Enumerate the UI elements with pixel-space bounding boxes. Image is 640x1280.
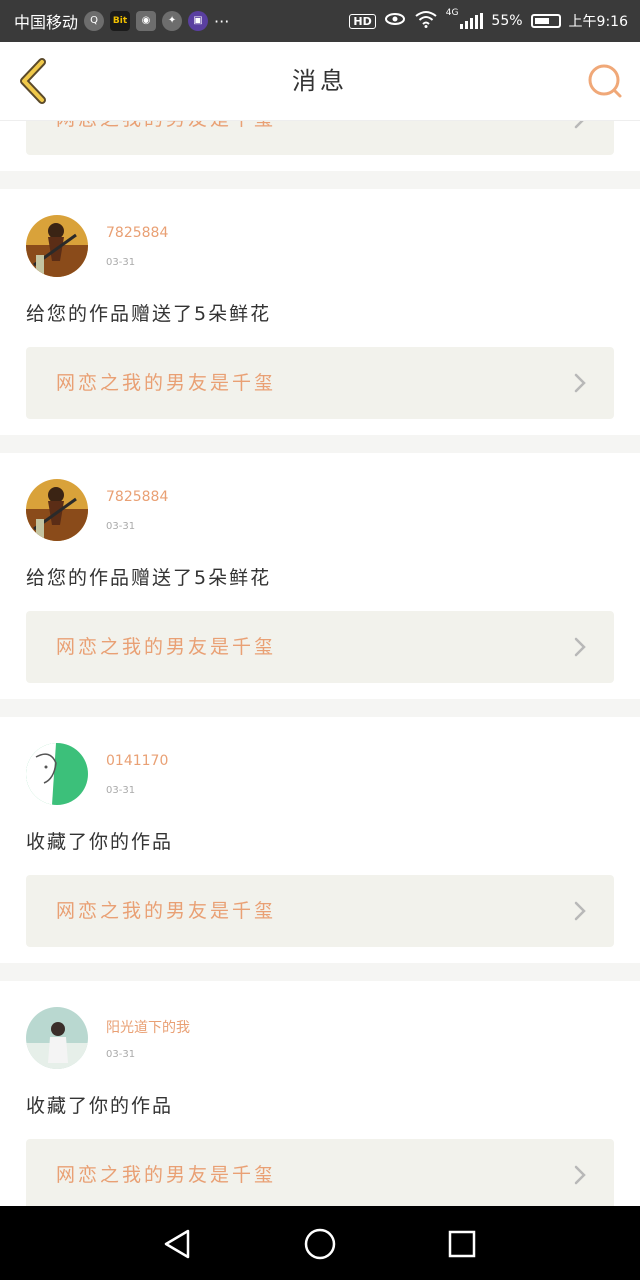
message-card: 阳光道下的我 03-31 收藏了你的作品 网恋之我的男友是千玺 [0,981,640,1206]
username[interactable]: 0141170 [106,753,168,769]
tencent-icon: ✦ [162,11,183,31]
work-link-button[interactable]: 网恋之我的男友是千玺 [26,347,614,419]
avatar[interactable] [26,1007,88,1069]
chevron-right-icon [574,373,586,393]
message-date: 03-31 [106,257,136,268]
chevron-right-icon [574,1165,586,1185]
more-notifications-icon: ··· [214,11,230,31]
warrior-girl-avatar-icon [26,479,88,541]
work-link-button[interactable]: 网恋之我的男友是千玺 [26,875,614,947]
message-card: 7825884 03-31 给您的作品赠送了5朵鲜花 网恋之我的男友是千玺 [0,453,640,699]
message-text: 给您的作品赠送了5朵鲜花 [26,303,272,325]
search-icon [588,64,622,98]
nav-back-button[interactable] [160,1226,196,1262]
chevron-right-icon [574,121,584,129]
carrier-label: 中国移动 [14,13,79,32]
eye-comfort-icon [384,11,406,31]
message-date: 03-31 [106,521,136,532]
message-list[interactable]: 网恋之我的男友是千玺 7825884 03-31 给您的作品赠送了5朵鲜花 网恋… [0,121,640,1206]
signal-icon [460,13,484,29]
message-card: 0141170 03-31 收藏了你的作品 网恋之我的男友是千玺 [0,717,640,963]
username[interactable]: 7825884 [106,225,168,241]
message-text: 给您的作品赠送了5朵鲜花 [26,567,272,589]
warrior-girl-avatar-icon [26,215,88,277]
wechat-icon: ◉ [136,11,157,31]
work-title: 网恋之我的男友是千玺 [56,1164,277,1186]
green-sketch-avatar-icon [26,743,88,805]
status-bar-right: HD 4G 55% 上午9:16 [349,0,628,42]
message-date: 03-31 [106,785,136,796]
status-bar: 中国移动 Q Bit ◉ ✦ ▣ ··· HD 4G 55% 上午9:16 [0,0,640,42]
work-link-button[interactable]: 网恋之我的男友是千玺 [26,1139,614,1206]
search-button[interactable] [586,62,624,100]
app-header: 消息 [0,42,640,121]
work-title: 网恋之我的男友是千玺 [56,121,276,155]
message-text: 收藏了你的作品 [26,831,174,853]
circle-home-icon [304,1228,336,1260]
avatar[interactable] [26,215,88,277]
work-title: 网恋之我的男友是千玺 [56,372,277,394]
battery-level-label: 55% [491,13,523,29]
game-icon: ▣ [188,11,209,31]
nav-home-button[interactable] [302,1226,338,1262]
nav-recents-button[interactable] [444,1226,480,1262]
system-nav-bar [0,1206,640,1280]
qq-icon: Q [84,11,105,31]
status-bar-left: 中国移动 Q Bit ◉ ✦ ▣ ··· [14,0,229,42]
avatar[interactable] [26,479,88,541]
work-link-button[interactable]: 网恋之我的男友是千玺 [26,121,614,155]
message-card: 7825884 03-31 给您的作品赠送了5朵鲜花 网恋之我的男友是千玺 [0,189,640,435]
battery-icon [530,14,561,28]
username[interactable]: 阳光道下的我 [106,1017,190,1037]
hd-badge: HD [349,13,376,29]
message-date: 03-31 [106,1049,136,1060]
wifi-icon [414,10,438,32]
message-card-partial: 网恋之我的男友是千玺 [0,121,640,171]
triangle-back-icon [164,1229,190,1259]
girl-photo-avatar-icon [26,1007,88,1069]
network-type-label: 4G [445,8,459,18]
bilibili-icon: Bit [110,11,131,31]
avatar[interactable] [26,743,88,805]
work-title: 网恋之我的男友是千玺 [56,636,277,658]
work-title: 网恋之我的男友是千玺 [56,900,277,922]
chevron-right-icon [574,637,586,657]
username[interactable]: 7825884 [106,489,168,505]
square-recents-icon [448,1230,476,1258]
clock-label: 上午9:16 [568,14,628,30]
page-title: 消息 [292,67,348,95]
work-link-button[interactable]: 网恋之我的男友是千玺 [26,611,614,683]
message-text: 收藏了你的作品 [26,1095,174,1117]
chevron-right-icon [574,901,586,921]
